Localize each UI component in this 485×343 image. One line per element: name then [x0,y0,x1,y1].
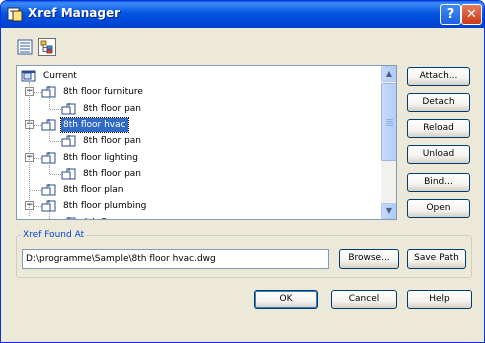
tree-node-label: Current [43,71,77,81]
tree-guide-line [49,212,50,219]
open-button[interactable]: Open [407,199,470,218]
window-title: Xref Manager [28,6,121,20]
tree-node-label: 8th floor hvac [60,117,129,133]
chevron-down-icon: ▼ [385,206,393,215]
xref-file-icon [41,199,57,213]
help-title-button[interactable]: ? [440,4,461,25]
cancel-button[interactable]: Cancel [331,290,397,309]
tree-node[interactable]: −8th floor furniture [17,85,379,99]
xref-manager-window: Xref Manager ? ✕ Current −8th floor furni… [0,0,485,343]
tree-root-node[interactable]: Current [17,69,379,83]
xref-file-icon [61,167,77,181]
tree-guide-line [29,82,30,216]
tree-guide-line [50,174,61,175]
unload-button[interactable]: Unload [407,145,470,164]
browse-button[interactable]: Browse... [339,249,399,269]
scroll-up-button[interactable]: ▲ [381,66,396,82]
tree-node-label: 8th floor plan [63,185,124,195]
tree-view-button[interactable] [38,38,56,56]
xref-file-icon [61,134,77,148]
chevron-up-icon: ▲ [385,69,393,78]
tree-node[interactable]: 8th floor pan [17,130,379,148]
drawing-root-icon [21,69,37,83]
bind-button[interactable]: Bind... [407,173,470,192]
tree-guide-line [49,163,50,174]
detach-button[interactable]: Detach [407,93,470,112]
scroll-down-button[interactable]: ▼ [381,203,396,219]
tree-node-label: 8th floor pan [81,216,143,219]
xref-path-field[interactable]: D:\programme\Sample\8th floor hvac.dwg [22,249,329,269]
close-button[interactable]: ✕ [461,4,482,25]
xref-manager-icon [7,7,23,22]
tree-node-label: 8th floor plumbing [63,201,147,211]
tree-guide-line [49,130,50,141]
title-bar[interactable]: Xref Manager ? ✕ [1,1,484,28]
tree-guide-line [50,141,61,142]
tree-scrollbar[interactable]: ▲ ▼ [381,66,396,219]
close-x-icon: ✕ [466,7,477,22]
tree-node[interactable]: 8th floor plan [17,183,379,197]
xref-file-icon [41,85,57,99]
save-path-button[interactable]: Save Path [407,249,466,269]
question-mark-icon: ? [446,7,455,22]
list-view-icon [17,39,33,55]
tree-guide-line [30,190,41,191]
help-button[interactable]: Help [407,290,472,309]
tree-node[interactable]: −8th floor hvac [17,117,379,133]
ok-button[interactable]: OK [254,290,318,309]
tree-node[interactable]: 8th floor pan [17,163,379,181]
tree-guide-line [49,98,50,109]
tree-node-label: 8th floor pan [83,136,141,146]
xref-file-icon [61,216,77,219]
tree-node[interactable]: 8th floor pan [17,212,379,219]
xref-file-icon [61,102,77,116]
reload-button[interactable]: Reload [407,119,470,138]
attach-button[interactable]: Attach... [407,67,470,86]
xref-file-icon [41,183,57,197]
tree-node[interactable]: −8th floor plumbing [17,199,379,213]
xref-tree[interactable]: Current −8th floor furniture 8th floor pan… [16,65,397,220]
tree-node-label: 8th floor pan [83,169,141,179]
tree-node[interactable]: −8th floor lighting [17,151,379,165]
tree-node-label: 8th floor furniture [63,87,143,97]
tree-node[interactable]: 8th floor pan [17,98,379,116]
tree-node-label: 8th floor pan [83,104,141,114]
tree-node-label: 8th floor lighting [63,153,138,163]
tree-guide-line [50,109,61,110]
scroll-thumb[interactable] [381,83,396,161]
list-view-button[interactable] [16,38,34,56]
tree-view-icon [40,40,53,54]
xref-found-at-label: Xref Found At [21,230,87,240]
